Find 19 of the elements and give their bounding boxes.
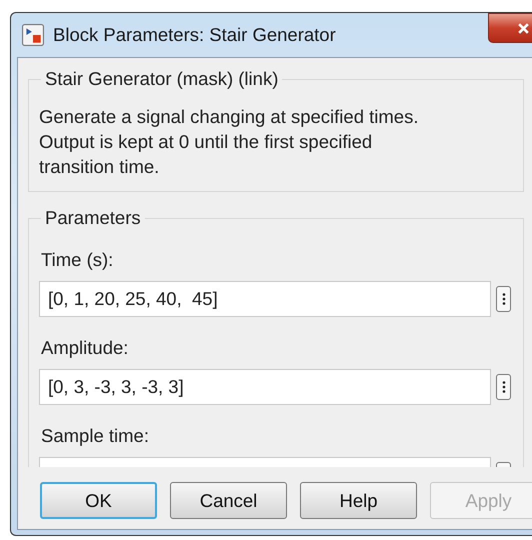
close-button[interactable] <box>488 13 532 43</box>
dialog-button[interactable]: Cancel <box>170 482 287 519</box>
group-title: Parameters <box>44 207 142 229</box>
input-field[interactable]: [0, 3, -3, 3, -3, 3] <box>39 369 491 405</box>
input-field[interactable]: [0, 1, 20, 25, 40, 45] <box>39 281 491 317</box>
more-options-button[interactable] <box>496 286 511 312</box>
block-diagram-icon <box>22 24 44 46</box>
more-options-button[interactable] <box>496 374 511 400</box>
vertical-dots-icon <box>502 380 506 394</box>
field-label: Amplitude: <box>41 337 130 359</box>
field-label: Time (s): <box>41 249 114 271</box>
window-title: Block Parameters: Stair Generator <box>53 24 336 46</box>
close-icon <box>517 22 530 34</box>
dialog-button[interactable]: Help <box>300 482 417 519</box>
field-label: Sample time: <box>41 425 150 447</box>
group-title: Stair Generator (mask) (link) <box>44 68 280 90</box>
vertical-dots-icon <box>502 292 506 306</box>
description-text: Generate a signal changing at specified times. Output is kept at 0 until the first specified transition time. <box>39 105 420 179</box>
dialog-button[interactable]: OK <box>40 482 157 519</box>
